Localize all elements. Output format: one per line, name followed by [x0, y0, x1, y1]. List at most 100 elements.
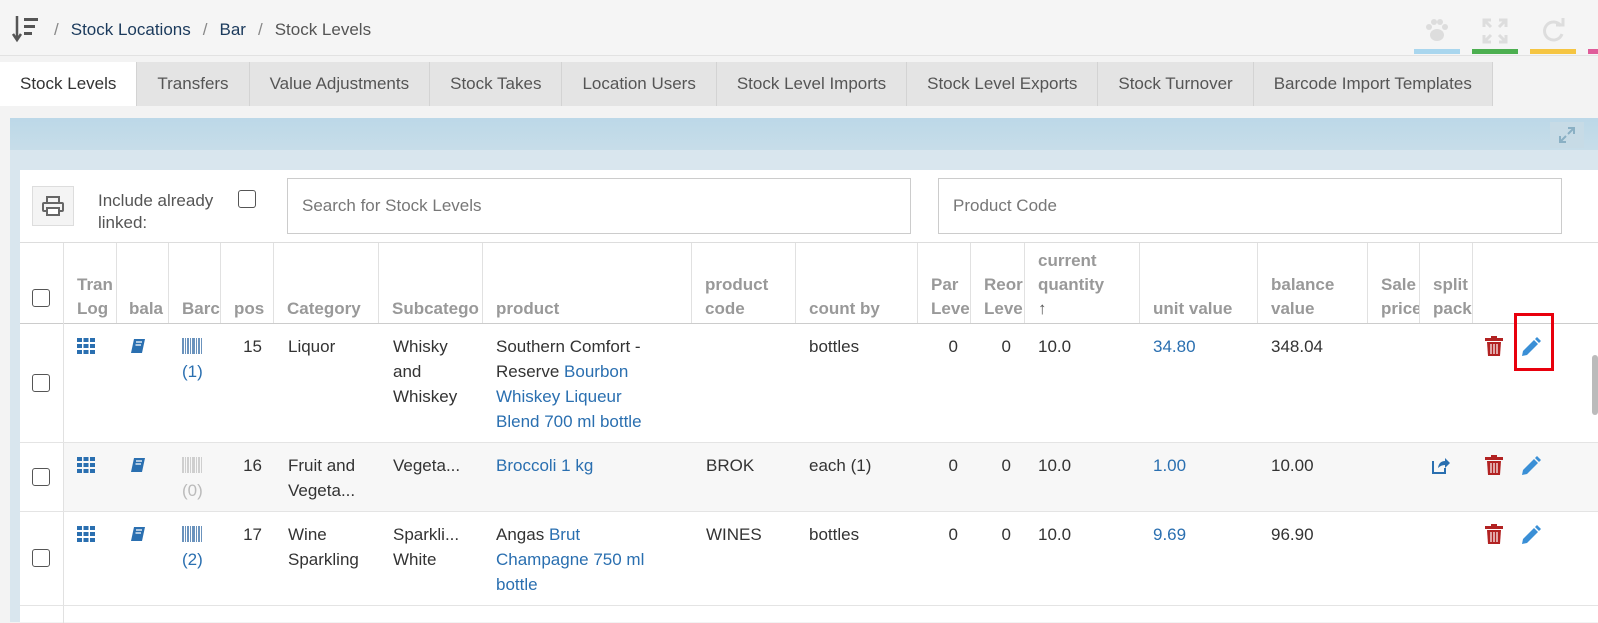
subcategory-value: Vegeta...: [393, 453, 460, 478]
breadcrumb-current: Stock Levels: [274, 20, 372, 39]
barcode-count[interactable]: (1): [182, 359, 203, 384]
barcode-icon[interactable]: [182, 526, 202, 547]
transaction-log-icon[interactable]: [77, 338, 95, 359]
breadcrumb: / Stock Locations / Bar / Stock Levels: [54, 20, 371, 40]
vertical-scrollbar[interactable]: [1592, 355, 1598, 415]
tab-stock-level-exports[interactable]: Stock Level Exports: [907, 62, 1099, 106]
delete-icon[interactable]: [1485, 336, 1503, 361]
refresh-button[interactable]: [1530, 14, 1576, 54]
sort-menu-icon[interactable]: [11, 14, 40, 44]
tab-stock-takes[interactable]: Stock Takes: [430, 62, 563, 106]
header-subcategory[interactable]: Subcatego: [379, 243, 483, 323]
barcode-count[interactable]: (2): [182, 547, 203, 572]
pos-value: 15: [243, 337, 262, 356]
header-barcode[interactable]: Barc: [169, 243, 221, 323]
tab-stock-turnover[interactable]: Stock Turnover: [1098, 62, 1254, 106]
search-input[interactable]: [287, 178, 911, 234]
current-quantity-value: 10.0: [1038, 456, 1072, 475]
balance-value: 10.00: [1271, 456, 1314, 475]
tab-barcode-import-templates[interactable]: Barcode Import Templates: [1253, 62, 1493, 106]
tab-stock-level-imports[interactable]: Stock Level Imports: [716, 62, 908, 106]
print-button[interactable]: [32, 186, 74, 226]
edit-pencil-icon[interactable]: [1520, 455, 1542, 482]
extra-button[interactable]: [1588, 14, 1598, 54]
header-sale-price[interactable]: Sale price: [1368, 243, 1420, 323]
barcode-icon[interactable]: [182, 338, 202, 359]
include-linked-label-line2: linked:: [98, 213, 148, 232]
edit-pencil-icon[interactable]: [1520, 524, 1542, 551]
edit-highlight-box: [1514, 313, 1554, 371]
paw-icon: [1426, 19, 1448, 41]
par-level-value: 0: [948, 525, 958, 544]
product-value: Angas Brut Champagne 750 ml bottle: [496, 522, 691, 597]
header-product-code[interactable]: product code: [692, 243, 796, 323]
header-tran-log-label: Tran Log: [77, 275, 113, 318]
product-link[interactable]: Bourbon: [564, 362, 628, 381]
select-all-checkbox[interactable]: [32, 289, 50, 307]
product-link[interactable]: bottle: [496, 572, 691, 597]
pos-value: 16: [243, 456, 262, 475]
product-link[interactable]: Brut: [549, 525, 580, 544]
fullscreen-button[interactable]: [1472, 14, 1518, 54]
header-sale-price-label: Sale price: [1381, 275, 1420, 318]
tab-stock-levels[interactable]: Stock Levels: [0, 62, 138, 106]
header-product[interactable]: product: [483, 243, 692, 323]
product-code-input[interactable]: [938, 178, 1562, 234]
row-checkbox[interactable]: [32, 374, 50, 392]
header-balance-value[interactable]: balance value: [1258, 243, 1368, 323]
balance-book-icon[interactable]: [130, 526, 146, 547]
header-select-all: [20, 243, 64, 323]
row-divider: [20, 511, 1598, 512]
header-count-by[interactable]: count by: [796, 243, 918, 323]
header-pos[interactable]: pos: [221, 243, 274, 323]
header-category[interactable]: Category: [274, 243, 379, 323]
row-checkbox[interactable]: [32, 468, 50, 486]
product-text: Angas: [496, 525, 545, 544]
transaction-log-icon[interactable]: [77, 457, 95, 478]
delete-icon[interactable]: [1485, 455, 1503, 480]
header-tran-log[interactable]: Tran Log: [64, 243, 117, 323]
header-split-pack[interactable]: split pack: [1420, 243, 1473, 323]
tab-transfers[interactable]: Transfers: [137, 62, 250, 106]
product-link[interactable]: Whiskey Liqueur: [496, 384, 691, 409]
subcategory-line: White: [393, 550, 437, 569]
barcode-count[interactable]: (0): [182, 478, 203, 503]
product-link[interactable]: Blend 700 ml bottle: [496, 409, 691, 434]
split-pack-share-icon[interactable]: [1432, 456, 1450, 479]
tab-location-users[interactable]: Location Users: [562, 62, 717, 106]
product-code-value: WINES: [706, 525, 762, 544]
unit-value-link[interactable]: 34.80: [1153, 334, 1196, 359]
header-reorder-level[interactable]: Reor Leve: [971, 243, 1025, 323]
refresh-icon: [1543, 18, 1565, 42]
count-by-value: each (1): [809, 456, 872, 475]
balance-book-icon[interactable]: [130, 338, 146, 359]
unit-value-link[interactable]: 9.69: [1153, 522, 1186, 547]
include-linked-checkbox[interactable]: [238, 190, 256, 208]
breadcrumb-separator: /: [257, 20, 263, 39]
breadcrumb-bar[interactable]: Bar: [219, 20, 245, 40]
barcode-icon[interactable]: [182, 457, 202, 478]
product-code-value: BROK: [706, 456, 755, 475]
row-divider: [20, 605, 1598, 606]
product-link[interactable]: Broccoli 1 kg: [496, 453, 593, 478]
header-balance[interactable]: bala: [117, 243, 169, 323]
paw-button[interactable]: [1414, 14, 1460, 54]
breadcrumb-stock-locations[interactable]: Stock Locations: [71, 20, 191, 40]
tab-value-adjustments[interactable]: Value Adjustments: [249, 62, 431, 106]
category-value: Liquor: [288, 334, 335, 359]
header-unit-value[interactable]: unit value: [1140, 243, 1258, 323]
balance-book-icon[interactable]: [130, 457, 146, 478]
expand-button[interactable]: [1550, 122, 1584, 148]
par-level-value: 0: [948, 456, 958, 475]
row-checkbox[interactable]: [32, 549, 50, 567]
subcategory-line: Whiskey: [393, 387, 458, 406]
unit-value-link[interactable]: 1.00: [1153, 453, 1186, 478]
product-link[interactable]: Champagne 750 ml: [496, 547, 691, 572]
header-unit-value-label: unit value: [1153, 299, 1233, 318]
header-subcategory-label: Subcatego: [392, 299, 479, 318]
header-current-quantity[interactable]: current quantity ↑: [1025, 243, 1140, 323]
header-par-level[interactable]: Par Leve: [918, 243, 971, 323]
delete-icon[interactable]: [1485, 524, 1503, 549]
header-reorder-level-label: Reor Leve: [984, 275, 1023, 318]
transaction-log-icon[interactable]: [77, 526, 95, 547]
